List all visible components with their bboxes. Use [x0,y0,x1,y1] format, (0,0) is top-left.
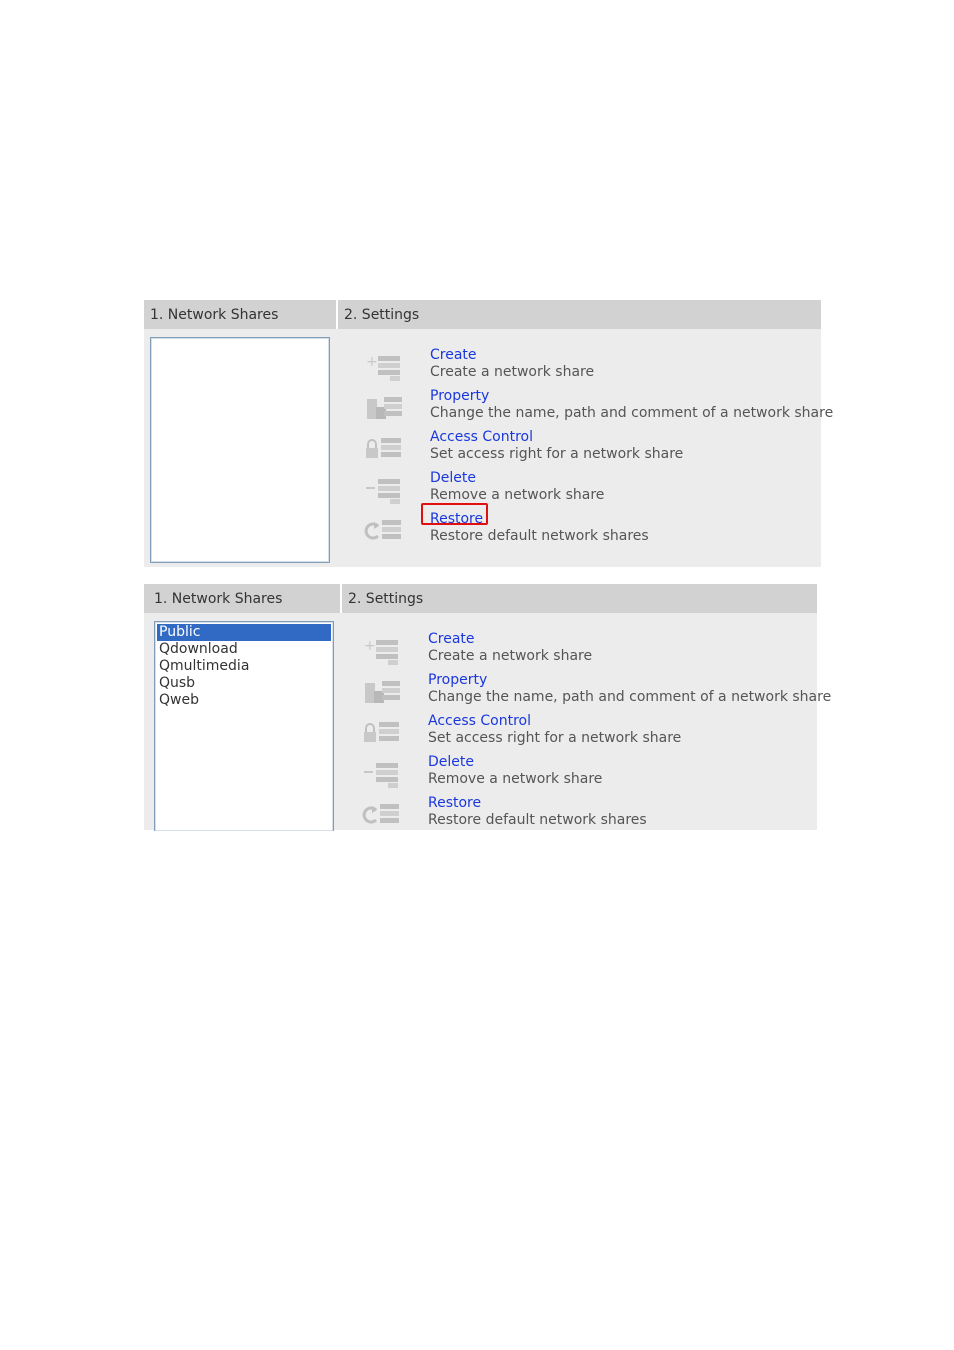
add-share-icon: + [364,638,398,665]
tab-settings[interactable]: 2. Settings [338,300,821,329]
delete-link[interactable]: Delete [428,754,474,771]
property-description: Change the name, path and comment of a n… [428,689,832,705]
restore-icon [364,520,401,540]
share-item-qmultimedia[interactable]: Qmultimedia [157,658,331,675]
property-action[interactable]: Property Change the name, path and comme… [362,672,831,715]
delete-description: Remove a network share [428,771,603,787]
property-icon [367,397,402,419]
tab-network-shares[interactable]: 1. Network Shares [148,584,340,613]
panel-header: 1. Network Shares 2. Settings [144,584,817,613]
property-icon [365,681,400,703]
lock-icon [366,438,401,458]
svg-text:+: + [364,638,376,654]
restore-icon [362,804,399,824]
tab-network-shares[interactable]: 1. Network Shares [144,300,336,329]
restore-description: Restore default network shares [428,812,647,828]
create-action[interactable]: + Create Create a network share [364,347,814,390]
restore-action[interactable]: Restore Restore default network shares [362,795,812,838]
share-list[interactable]: Public Qdownload Qmultimedia Qusb Qweb [154,621,334,831]
tab-settings[interactable]: 2. Settings [342,584,817,613]
add-share-icon: + [366,354,400,381]
network-shares-panel-1: 1. Network Shares 2. Settings + Create C… [144,300,833,567]
lock-icon [364,722,399,742]
create-link[interactable]: Create [428,631,475,648]
create-action[interactable]: + Create Create a network share [362,631,812,674]
create-description: Create a network share [430,364,595,380]
access-control-action[interactable]: Access Control Set access right for a ne… [364,429,814,472]
remove-share-icon [364,763,398,788]
share-item-public[interactable]: Public [157,624,331,641]
panel-header: 1. Network Shares 2. Settings [144,300,821,329]
svg-text:+: + [366,354,378,370]
delete-action[interactable]: Delete Remove a network share [362,754,812,797]
access-control-description: Set access right for a network share [430,446,684,462]
restore-description: Restore default network shares [430,528,649,544]
restore-highlight-box [421,503,488,525]
access-control-action[interactable]: Access Control Set access right for a ne… [362,713,812,756]
create-link[interactable]: Create [430,347,477,364]
remove-share-icon [366,479,400,504]
share-item-qusb[interactable]: Qusb [157,675,331,692]
access-control-link[interactable]: Access Control [430,429,533,446]
property-link[interactable]: Property [428,672,487,689]
share-item-qdownload[interactable]: Qdownload [157,641,331,658]
access-control-description: Set access right for a network share [428,730,682,746]
access-control-link[interactable]: Access Control [428,713,531,730]
property-action[interactable]: Property Change the name, path and comme… [364,388,833,431]
create-description: Create a network share [428,648,593,664]
share-list[interactable] [150,337,330,563]
property-link[interactable]: Property [430,388,489,405]
share-item-qweb[interactable]: Qweb [157,692,331,709]
delete-link[interactable]: Delete [430,470,476,487]
network-shares-panel-2: 1. Network Shares 2. Settings Public Qdo… [144,584,831,831]
delete-description: Remove a network share [430,487,605,503]
restore-link[interactable]: Restore [428,795,481,812]
property-description: Change the name, path and comment of a n… [430,405,834,421]
